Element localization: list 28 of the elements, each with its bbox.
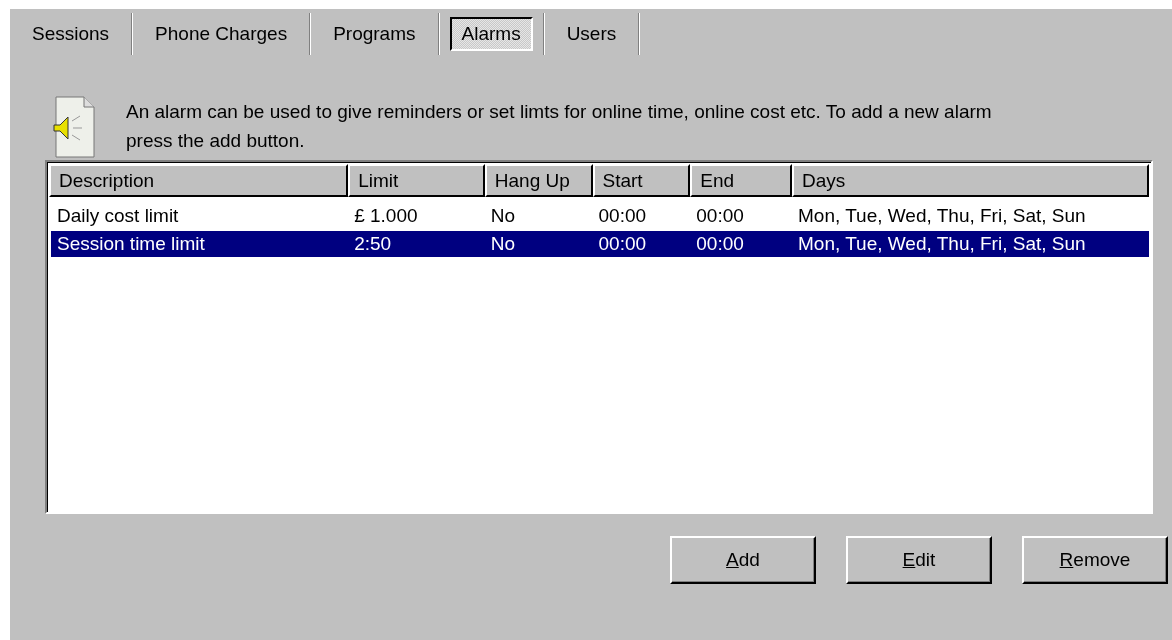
tab[interactable]: Sessions [20,17,122,51]
tab[interactable]: Users [554,17,629,51]
action-button[interactable]: Remove [1022,536,1168,584]
action-button[interactable]: Edit [846,536,992,584]
table-cell-text: No [489,233,517,255]
selected-row[interactable]: Session time limit 2:50 No 00:00 00:00 Mon, Tue, Wed, Thu, Fri, Sat, Sun [51,231,1149,257]
table-cell-text: 00:00 [597,233,648,255]
table-cell-text: 2:50 [353,233,393,255]
table-cell-text: Daily cost limit [56,205,180,227]
table-cell-text: No [489,205,517,227]
column-header[interactable]: Hang Up [484,164,593,197]
table-cell-text: Mon, Tue, Wed, Thu, Fri, Sat, Sun [797,233,1087,255]
table-cell-text: £ 1.000 [353,205,419,227]
column-header[interactable]: Limit [348,164,485,197]
column-header[interactable]: Days [792,164,1149,197]
action-button[interactable]: Add [670,536,816,584]
tab[interactable]: Phone Charges [143,17,300,51]
column-header[interactable]: Start [592,164,691,197]
table-cell-text: Session time limit [56,233,206,255]
column-header[interactable]: End [690,164,793,197]
table-cell-text: 00:00 [695,233,745,255]
table-cell-text: Mon, Tue, Wed, Thu, Fri, Sat, Sun [797,205,1087,227]
table-cell-text: 00:00 [695,205,745,227]
tab[interactable]: Programs [321,17,428,51]
table-cell-text: 00:00 [597,205,648,227]
tab[interactable]: Alarms [449,17,533,51]
column-header[interactable]: Description [49,164,349,197]
intro-text: An alarm can be used to give reminders or set limts for online time, online cost etc. To add a new alarm press the add button. [126,100,993,153]
